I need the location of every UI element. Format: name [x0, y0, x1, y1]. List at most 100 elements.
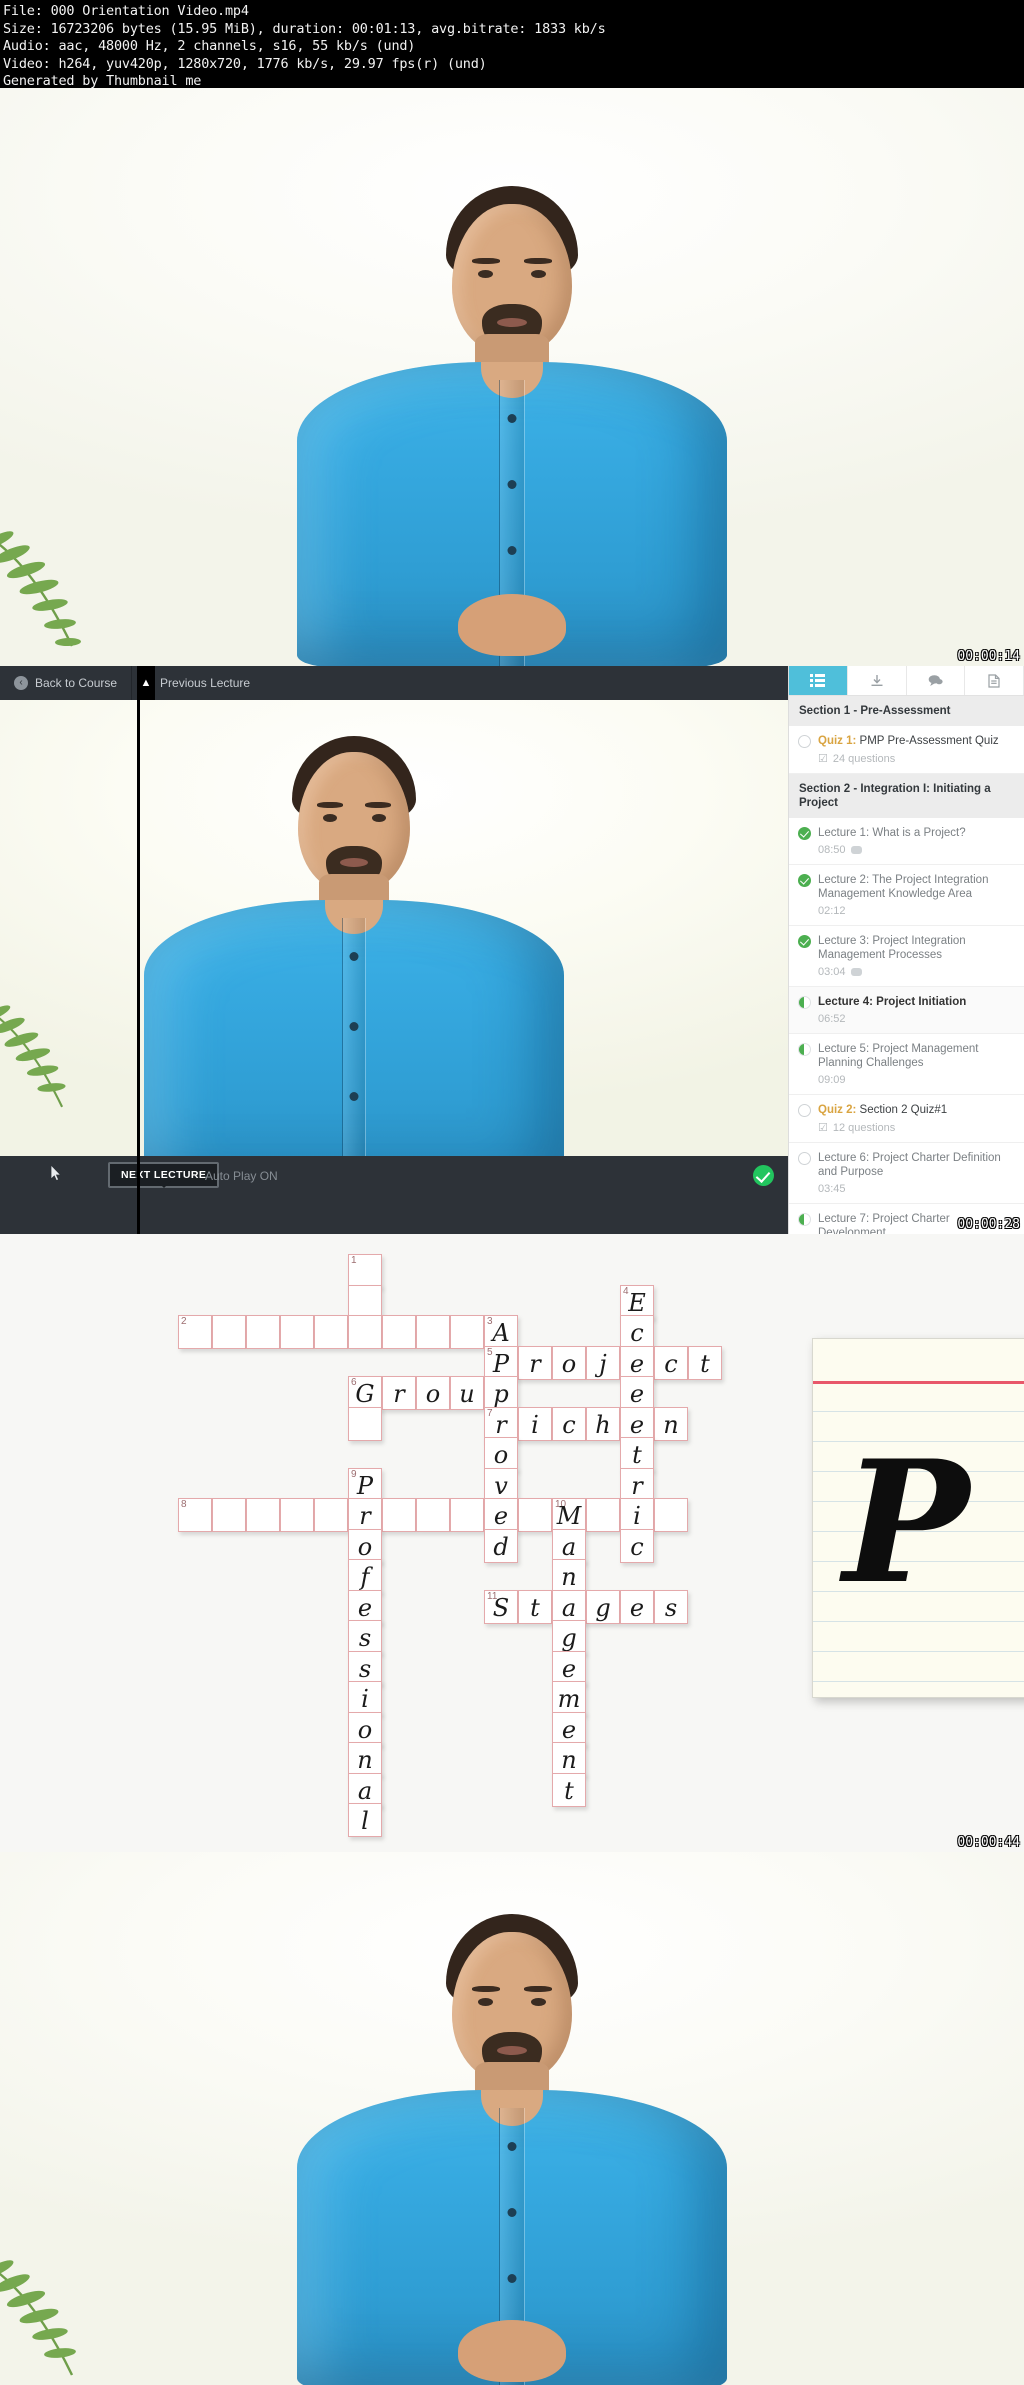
curriculum-item-label: Section 2 Quiz#1 — [859, 1104, 948, 1116]
crossword-letter: E — [628, 1288, 646, 1317]
crossword-letter: t — [700, 1349, 710, 1378]
crossword-cell: p — [484, 1376, 518, 1410]
crossword-letter: r — [529, 1349, 541, 1378]
presenter-mouth — [497, 318, 527, 327]
crossword-cell: r — [620, 1467, 654, 1502]
crossword-cell — [348, 1315, 382, 1349]
curriculum-lecture-row[interactable]: Lecture 4: Project Initiation 06:52 — [789, 987, 1024, 1034]
comment-bubble-icon — [850, 846, 862, 854]
curriculum-item-title: Lecture 5: Project Management Planning C… — [818, 1043, 979, 1069]
curriculum-lecture-row[interactable]: Lecture 6: Project Charter Definition an… — [789, 1143, 1024, 1204]
crossword-cell: c — [620, 1528, 654, 1563]
crossword-cell — [518, 1498, 552, 1532]
curriculum-lecture-row[interactable]: Lecture 2: The Project Integration Manag… — [789, 865, 1024, 926]
crossword-cell: 8 — [178, 1498, 212, 1532]
presenter-shirt-button-2 — [507, 2208, 517, 2217]
thumbnail-timestamp-2: 00:00:28 — [957, 1217, 1020, 1232]
comment-bubble-icon — [850, 968, 862, 976]
curriculum-lecture-row[interactable]: Lecture 1: What is a Project? 08:50 — [789, 818, 1024, 865]
crossword-cell: j — [586, 1345, 620, 1380]
thumbnail-timestamp-3: 00:00:44 — [957, 1835, 1020, 1850]
crossword-cell: g — [552, 1620, 586, 1654]
crossword-letter: A — [492, 1319, 510, 1347]
curriculum-item-meta: 08:50 — [818, 844, 1015, 856]
crossword-letter: u — [459, 1380, 475, 1408]
quiz-questions-icon: ☑ — [818, 1122, 828, 1134]
video-stage[interactable] — [0, 700, 788, 1156]
crossword-cell: o — [484, 1437, 518, 1471]
curriculum-list[interactable]: Section 1 - Pre-Assessment Quiz 1: PMP Pr… — [789, 696, 1024, 1234]
back-to-course-button[interactable]: ‹ Back to Course — [0, 666, 131, 700]
next-lecture-tooltip[interactable]: NEXT LECTURE — [108, 1162, 220, 1188]
curriculum-item-meta: 09:09 — [818, 1074, 1015, 1086]
crossword-letter: o — [357, 1715, 373, 1744]
lecture-complete-check-icon[interactable] — [753, 1165, 774, 1186]
curriculum-section-header: Section 1 - Pre-Assessment — [789, 696, 1024, 726]
curriculum-lecture-row[interactable]: Lecture 3: Project Integration Managemen… — [789, 926, 1024, 987]
crossword-cell: 11 S — [484, 1589, 518, 1624]
auto-play-label: Auto Play ON — [205, 1169, 278, 1183]
crossword-letter: r — [631, 1471, 643, 1500]
crossword-letter: p — [493, 1380, 509, 1408]
crossword-cell: c — [552, 1406, 586, 1441]
presenter-shirt-button-1 — [507, 414, 517, 423]
quiz-tag: Quiz 2: — [818, 1104, 860, 1116]
crossword-cell — [450, 1498, 484, 1532]
meta-file: File: 000 Orientation Video.mp4 — [3, 3, 249, 19]
crossword-letter: g — [561, 1624, 577, 1652]
quiz-tag: Quiz 1: — [818, 735, 860, 747]
crossword-letter: s — [358, 1624, 372, 1652]
crossword-cell: n — [654, 1406, 688, 1441]
curriculum-item-meta-value: 03:04 — [818, 966, 846, 978]
curriculum-sidebar[interactable]: Section 1 - Pre-Assessment Quiz 1: PMP Pr… — [788, 666, 1024, 1234]
presenter-eye-left — [478, 1998, 493, 2006]
crossword-cell: o — [552, 1345, 586, 1380]
auto-play-toggle[interactable]: Auto Play ON — [205, 1169, 278, 1183]
status-incomplete-icon — [798, 1152, 811, 1165]
curriculum-item-title: Quiz 1: PMP Pre-Assessment Quiz — [818, 734, 1015, 748]
status-partial-icon — [798, 1213, 811, 1226]
scrub-marker-line — [137, 666, 140, 1234]
crossword-cell: n — [552, 1742, 586, 1776]
thumbnail-frame-1: 00:00:14 — [0, 88, 1024, 666]
crossword-letter: n — [561, 1746, 577, 1774]
crossword-clue-number: 2 — [181, 1316, 187, 1327]
crossword-letter: c — [630, 1319, 644, 1347]
crossword-cell — [212, 1498, 246, 1532]
crossword-cell — [586, 1498, 620, 1532]
presenter-mouth — [340, 858, 368, 867]
index-card-rule — [813, 1621, 1024, 1622]
crossword-cell: d — [484, 1528, 518, 1563]
crossword-cell: 10 M — [552, 1498, 586, 1532]
tab-notes[interactable] — [965, 666, 1024, 695]
tab-discussions[interactable] — [907, 666, 966, 695]
crossword-cell — [654, 1498, 688, 1532]
status-incomplete-icon — [798, 735, 811, 748]
back-to-course-label: Back to Course — [35, 676, 118, 690]
curriculum-quiz-row[interactable]: Quiz 1: PMP Pre-Assessment Quiz ☑ 24 quest… — [789, 726, 1024, 774]
crossword-cell: o — [348, 1711, 382, 1746]
mouse-cursor-icon — [50, 1165, 62, 1181]
presenter-hands — [458, 2320, 566, 2382]
curriculum-quiz-row[interactable]: Quiz 2: Section 2 Quiz#1 ☑ 12 questions — [789, 1095, 1024, 1143]
curriculum-lecture-row[interactable]: Lecture 5: Project Management Planning C… — [789, 1034, 1024, 1095]
crossword-cell: s — [348, 1620, 382, 1654]
crossword-cell: i — [348, 1681, 382, 1715]
crossword-letter: r — [359, 1502, 371, 1530]
presenter-brow-left — [472, 258, 500, 264]
status-incomplete-icon — [798, 1104, 811, 1117]
presenter-figure-2 — [94, 734, 614, 1156]
tab-downloads[interactable] — [848, 666, 907, 695]
crossword-cell: h — [586, 1406, 620, 1441]
crossword-cell: t — [620, 1437, 654, 1471]
thumbnail-timestamp-1: 00:00:14 — [957, 649, 1020, 664]
thumbnail-frame-3: 1 2 3 A 4 Ec 5 Pr o j e c t 6 Gr o u p e 7 r i c h e n o t v r 9 P 8 r e 10… — [0, 1234, 1024, 1852]
index-card-rule — [813, 1411, 1024, 1412]
crossword-cell: n — [552, 1559, 586, 1593]
crossword-letter: P — [356, 1471, 374, 1500]
presenter-shirt-button-3 — [507, 2274, 517, 2283]
presenter-eye-right — [531, 270, 546, 278]
presenter-brow-left — [472, 1986, 500, 1992]
tab-curriculum[interactable] — [789, 666, 848, 695]
crossword-letter: h — [595, 1410, 611, 1439]
